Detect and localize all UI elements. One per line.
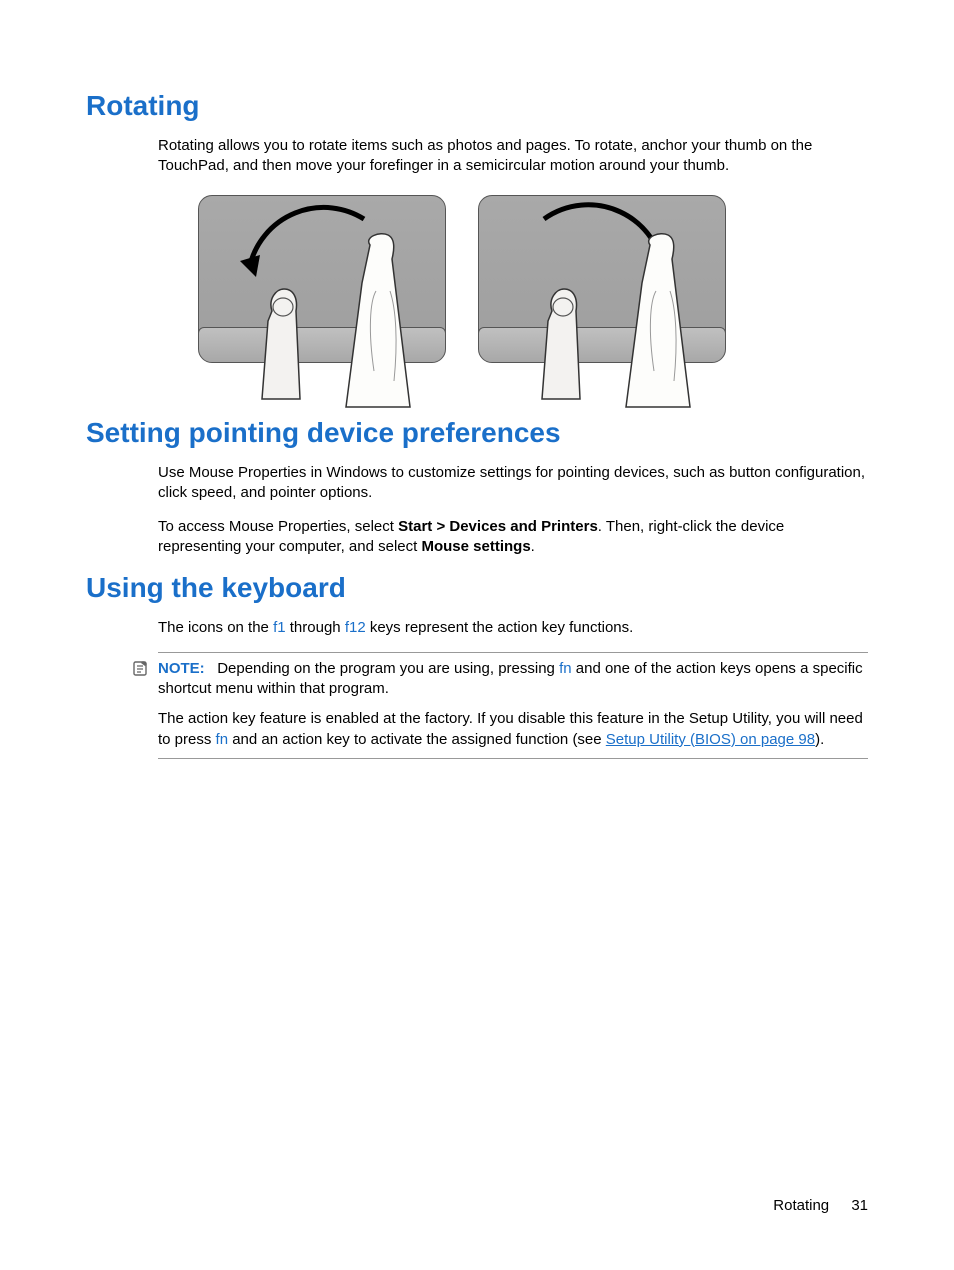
rotating-body: Rotating allows you to rotate items such… [158,136,868,177]
note-label: NOTE: [158,660,205,677]
footer-section-name: Rotating [773,1197,829,1214]
rotating-diagram-right [474,191,730,391]
text-segment: through [286,619,345,636]
text-segment: and an action key to activate the assign… [228,731,606,748]
forefinger-icon [340,231,412,401]
thumb-icon [534,281,590,401]
pointing-paragraph-1: Use Mouse Properties in Windows to custo… [158,463,868,504]
keyboard-body: The icons on the f1 through f12 keys rep… [158,618,868,759]
key-f1: f1 [273,619,286,636]
menu-item: Mouse settings [421,538,530,555]
text-segment: Depending on the program you are using, … [217,660,559,677]
note-box: NOTE: Depending on the program you are u… [158,652,868,759]
pointing-body: Use Mouse Properties in Windows to custo… [158,463,868,558]
note-icon [132,659,150,677]
text-segment: The icons on the [158,619,273,636]
note-followup-paragraph: The action key feature is enabled at the… [158,709,868,750]
rotating-diagram-left [194,191,450,391]
pointing-paragraph-2: To access Mouse Properties, select Start… [158,517,868,558]
setup-utility-link[interactable]: Setup Utility (BIOS) on page 98 [606,731,815,748]
text-segment: . [531,538,535,555]
heading-using-keyboard: Using the keyboard [86,572,868,604]
text-segment: keys represent the action key functions. [366,619,634,636]
key-fn: fn [216,731,229,748]
menu-path: Start > Devices and Printers [398,518,598,535]
text-segment: ). [815,731,824,748]
key-f12: f12 [345,619,366,636]
heading-pointing-preferences: Setting pointing device preferences [86,417,868,449]
rotating-paragraph: Rotating allows you to rotate items such… [158,136,868,177]
text-segment: To access Mouse Properties, select [158,518,398,535]
thumb-icon [254,281,310,401]
forefinger-icon [620,231,692,401]
rotating-diagram-row [194,191,868,391]
page-footer: Rotating 31 [773,1197,868,1214]
note-paragraph: NOTE: Depending on the program you are u… [158,659,868,700]
key-fn: fn [559,660,572,677]
document-page: Rotating Rotating allows you to rotate i… [0,0,954,1270]
heading-rotating: Rotating [86,90,868,122]
keyboard-intro: The icons on the f1 through f12 keys rep… [158,618,868,638]
page-number: 31 [851,1197,868,1214]
